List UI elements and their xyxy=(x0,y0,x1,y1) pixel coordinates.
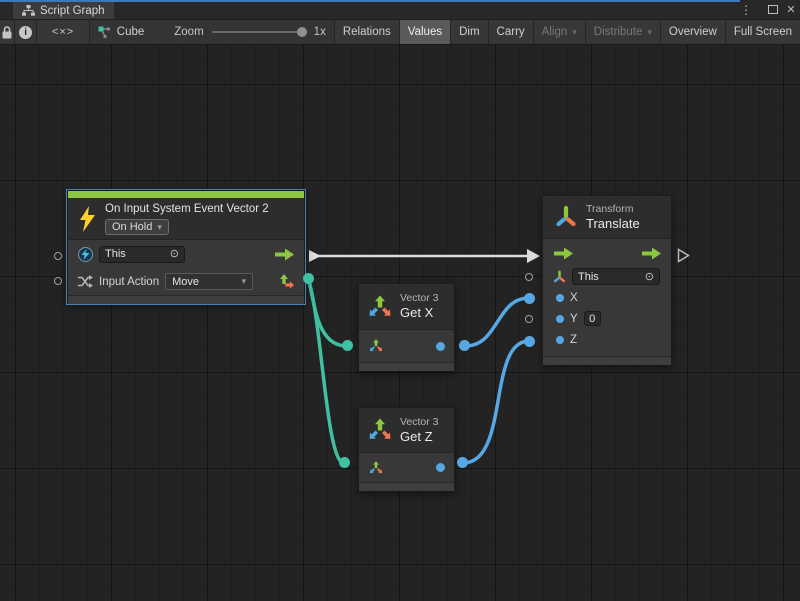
getz-footer xyxy=(359,482,454,491)
vector2-output-icon[interactable] xyxy=(278,274,295,290)
transform-z-port[interactable] xyxy=(556,336,564,344)
getx-output-endpoint[interactable] xyxy=(459,340,470,351)
transform-y-outer-port[interactable] xyxy=(525,315,533,323)
tab-label: Script Graph xyxy=(40,5,105,17)
chevron-down-icon: ▾ xyxy=(647,27,652,38)
distribute-label: Distribute xyxy=(594,26,643,38)
zoom-label: Zoom xyxy=(174,26,203,38)
graph-asset-name: Cube xyxy=(117,26,145,38)
node-on-input-system-event[interactable]: On Input System Event Vector 2 On Hold ▾… xyxy=(67,190,305,304)
getz-category: Vector 3 xyxy=(400,416,439,429)
transform-y-label: Y xyxy=(570,313,578,325)
node-transform-translate[interactable]: Transform Translate xyxy=(542,195,672,365)
node-vector3-get-z[interactable]: Vector 3 Get Z xyxy=(358,407,455,491)
graph-toolbar: i <×> Cube Zoom 1x Relations Values Dim … xyxy=(0,19,800,45)
zoom-value: 1x xyxy=(314,26,326,38)
transform-category: Transform xyxy=(586,203,640,216)
getx-output-port[interactable] xyxy=(436,342,445,351)
transform-port-icon[interactable] xyxy=(553,270,566,284)
transform-flow-out-port[interactable] xyxy=(677,248,690,263)
overview-button[interactable]: Overview xyxy=(661,20,726,44)
getx-input-endpoint[interactable] xyxy=(342,340,353,351)
event-mode-dropdown[interactable]: On Hold ▾ xyxy=(105,219,169,235)
code-icon: <×> xyxy=(52,26,74,38)
input-action-dropdown[interactable]: Move ▾ xyxy=(165,273,253,290)
transform-y-value-field[interactable]: 0 xyxy=(584,311,601,326)
flow-input-arrow-icon[interactable] xyxy=(553,247,574,260)
getz-output-port[interactable] xyxy=(436,463,445,472)
values-button[interactable]: Values xyxy=(400,20,451,44)
carry-button[interactable]: Carry xyxy=(489,20,534,44)
toolbar-main-section: Cube Zoom 1x xyxy=(90,20,335,44)
transform-y-value: 0 xyxy=(589,313,595,325)
zoom-slider[interactable] xyxy=(212,31,304,33)
lock-button[interactable] xyxy=(0,20,15,44)
transform-x-label: X xyxy=(570,292,578,304)
tab-script-graph[interactable]: Script Graph xyxy=(13,2,114,19)
transform-icon xyxy=(555,205,577,229)
distribute-button[interactable]: Distribute ▾ xyxy=(586,20,661,44)
event-this-value: This xyxy=(105,248,126,260)
window-maximize-button[interactable] xyxy=(764,0,782,19)
event-action-input-port[interactable] xyxy=(54,277,62,285)
tab-bar: Script Graph ⋮ ✕ xyxy=(0,0,800,19)
transform-z-label: Z xyxy=(570,334,577,346)
chevron-down-icon: ▾ xyxy=(242,276,247,287)
flow-output-arrow-icon[interactable] xyxy=(274,248,295,261)
lightning-bolt-icon xyxy=(79,206,96,232)
align-label: Align xyxy=(542,26,568,38)
inspect-button[interactable]: i xyxy=(15,20,37,44)
window-close-button[interactable]: ✕ xyxy=(783,0,799,19)
node-vector3-get-x[interactable]: Vector 3 Get X xyxy=(358,283,455,371)
transform-this-outer-port[interactable] xyxy=(525,273,533,281)
view-code-button[interactable]: <×> xyxy=(37,20,89,44)
event-node-color-bar xyxy=(68,191,304,198)
script-graph-asset-icon xyxy=(98,26,111,39)
getz-input-endpoint[interactable] xyxy=(339,457,350,468)
getx-name: Get X xyxy=(400,305,439,321)
transform-x-endpoint[interactable] xyxy=(524,293,535,304)
vector3-icon xyxy=(368,418,392,442)
script-graph-window: On Input System Event Vector 2 On Hold ▾… xyxy=(0,0,800,601)
input-system-icon xyxy=(78,247,93,262)
transform-x-port[interactable] xyxy=(556,294,564,302)
transform-y-port[interactable] xyxy=(556,315,564,323)
flow-output-arrow-icon[interactable] xyxy=(641,247,662,260)
dim-button[interactable]: Dim xyxy=(451,20,488,44)
vector3-port-icon[interactable] xyxy=(369,461,383,475)
vector3-icon xyxy=(368,295,392,319)
event-mode-value: On Hold xyxy=(112,221,152,233)
vector3-port-icon[interactable] xyxy=(369,339,383,353)
window-menu-button[interactable]: ⋮ xyxy=(738,0,754,19)
transform-name: Translate xyxy=(586,216,640,232)
lock-icon xyxy=(0,25,14,40)
event-node-footer xyxy=(68,295,304,304)
input-action-icon xyxy=(78,275,93,288)
transform-footer xyxy=(543,356,671,365)
target-picker-icon[interactable]: ⊙ xyxy=(170,249,179,259)
input-action-value: Move xyxy=(172,276,199,288)
getx-category: Vector 3 xyxy=(400,292,439,305)
graph-hierarchy-icon xyxy=(22,5,35,16)
target-picker-icon[interactable]: ⊙ xyxy=(645,272,654,282)
event-vector2-output-port[interactable] xyxy=(303,273,314,284)
full-screen-button[interactable]: Full Screen xyxy=(726,20,800,44)
chevron-down-icon: ▾ xyxy=(572,27,577,38)
input-action-label: Input Action xyxy=(99,276,159,288)
event-node-title: On Input System Event Vector 2 xyxy=(105,202,269,216)
maximize-icon xyxy=(768,5,778,14)
getx-footer xyxy=(359,362,454,371)
transform-this-field[interactable]: This ⊙ xyxy=(572,268,660,285)
transform-this-value: This xyxy=(578,271,599,283)
getz-output-endpoint[interactable] xyxy=(457,457,468,468)
zoom-slider-handle[interactable] xyxy=(297,27,307,37)
event-this-input-port[interactable] xyxy=(54,252,62,260)
getz-name: Get Z xyxy=(400,429,439,445)
transform-z-endpoint[interactable] xyxy=(524,336,535,347)
chevron-down-icon: ▾ xyxy=(157,222,162,233)
relations-button[interactable]: Relations xyxy=(335,20,400,44)
event-this-field[interactable]: This ⊙ xyxy=(99,246,185,263)
align-button[interactable]: Align ▾ xyxy=(534,20,586,44)
info-icon: i xyxy=(19,26,32,39)
